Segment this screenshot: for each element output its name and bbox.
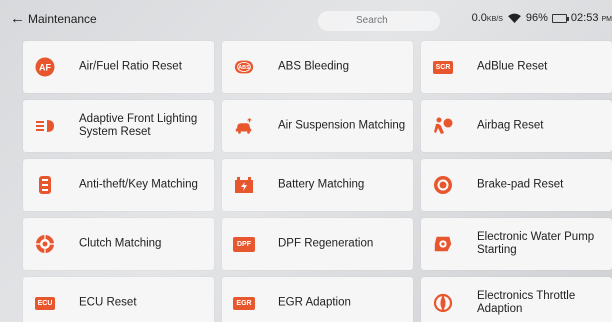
search-input[interactable] [318,11,440,31]
brake-disc-icon [433,175,453,195]
function-tile-adblue-reset[interactable]: SCR AdBlue Reset [421,41,612,93]
function-label: Clutch Matching [79,237,162,250]
function-tile-battery-matching[interactable]: Battery Matching [222,159,413,211]
battery-percent: 96% [525,12,548,24]
function-label: Electronics Throttle Adaption [477,290,576,315]
top-bar: ← Maintenance 0.0KB/S 96% 02:53 PM [0,0,612,38]
battery-icon [234,175,254,195]
car-suspension-icon [234,116,254,136]
af-badge-icon: AF [35,57,55,77]
function-label: Battery Matching [278,178,365,191]
function-label: DPF Regeneration [278,237,374,250]
water-pump-icon [433,234,453,254]
function-label: Adaptive Front Lighting System Reset [79,113,198,138]
key-fob-icon [35,175,55,195]
function-label: EGR Adaption [278,296,351,309]
function-label: Air Suspension Matching [278,119,406,132]
function-tile-egr-adaption[interactable]: EGR EGR Adaption [222,277,413,322]
function-tile-air-fuel-ratio-reset[interactable]: AF Air/Fuel Ratio Reset [23,41,214,93]
airbag-icon [433,116,453,136]
headlight-icon [35,116,55,136]
function-label: ABS Bleeding [278,60,349,73]
function-label: Anti-theft/Key Matching [79,178,198,191]
function-tile-abs-bleeding[interactable]: ABS ABS Bleeding [222,41,413,93]
status-bar: 0.0KB/S 96% 02:53 PM [472,12,612,24]
egr-badge-icon: EGR [233,293,255,313]
function-tile-electronics-throttle-adaption[interactable]: Electronics Throttle Adaption [421,277,612,322]
left-arrow-icon[interactable]: ← [10,11,26,27]
svg-text:ABS: ABS [238,65,250,71]
function-tile-dpf-regeneration[interactable]: DPF DPF Regeneration [222,218,413,270]
function-tile-electronic-water-pump[interactable]: Electronic Water Pump Starting [421,218,612,270]
clock: 02:53 PM [570,12,612,24]
page-title: Maintenance [28,12,97,26]
wifi-icon [508,13,521,23]
clutch-icon [35,234,55,254]
throttle-icon [433,293,453,313]
svg-text:AF: AF [39,63,51,73]
function-label: ECU Reset [79,296,137,309]
function-tile-anti-theft-key-matching[interactable]: Anti-theft/Key Matching [23,159,214,211]
scr-badge-icon: SCR [432,57,454,77]
function-tile-airbag-reset[interactable]: Airbag Reset [421,100,612,152]
ecu-badge-icon: ECU [34,293,56,313]
function-label: Airbag Reset [477,119,544,132]
function-label: Brake-pad Reset [477,178,564,191]
function-tile-brake-pad-reset[interactable]: Brake-pad Reset [421,159,612,211]
network-speed: 0.0KB/S [471,12,503,24]
battery-status-icon [551,13,569,23]
function-label: Air/Fuel Ratio Reset [79,60,182,73]
function-tile-ecu-reset[interactable]: ECU ECU Reset [23,277,214,322]
abs-brake-icon: ABS [234,57,254,77]
function-tile-adaptive-front-lighting[interactable]: Adaptive Front Lighting System Reset [23,100,214,152]
function-label: AdBlue Reset [477,60,548,73]
function-tile-air-suspension-matching[interactable]: Air Suspension Matching [222,100,413,152]
dpf-badge-icon: DPF [233,234,255,254]
function-label: Electronic Water Pump Starting [477,231,595,256]
function-tile-clutch-matching[interactable]: Clutch Matching [23,218,214,270]
